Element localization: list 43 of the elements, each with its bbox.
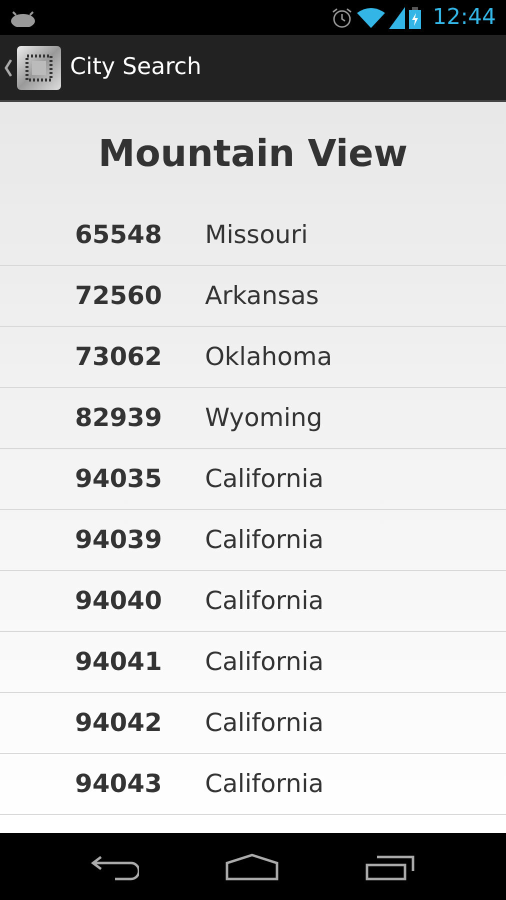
zip-code: 94040 bbox=[74, 585, 163, 618]
clock-time: 12:44 bbox=[432, 4, 496, 32]
state-name: Missouri bbox=[205, 219, 308, 252]
result-row[interactable]: 82939 Wyoming bbox=[0, 388, 506, 449]
result-row[interactable]: 94035 California bbox=[0, 449, 506, 510]
city-heading: Mountain View bbox=[98, 130, 408, 177]
result-row[interactable]: 94041 California bbox=[0, 632, 506, 693]
state-name: California bbox=[205, 463, 324, 496]
android-icon bbox=[10, 8, 36, 26]
wifi-icon bbox=[356, 6, 385, 28]
result-row[interactable]: 94040 California bbox=[0, 571, 506, 632]
app-icon bbox=[16, 44, 62, 90]
state-name: Oklahoma bbox=[205, 341, 332, 374]
battery-icon bbox=[408, 6, 421, 28]
zip-code: 72560 bbox=[74, 280, 163, 312]
home-icon bbox=[225, 852, 279, 880]
zip-code: 94043 bbox=[74, 768, 163, 800]
home-button[interactable] bbox=[225, 852, 279, 880]
state-name: California bbox=[205, 524, 324, 556]
result-row[interactable]: 72560 Arkansas bbox=[0, 266, 506, 327]
result-row[interactable]: 94042 California bbox=[0, 693, 506, 754]
state-name: California bbox=[205, 768, 324, 800]
result-row[interactable]: 94043 California bbox=[0, 754, 506, 815]
zip-code: 94035 bbox=[74, 463, 163, 496]
zip-code: 82939 bbox=[74, 402, 163, 434]
state-name: California bbox=[205, 646, 324, 678]
state-name: Wyoming bbox=[205, 402, 322, 434]
zip-code: 94041 bbox=[74, 646, 163, 678]
state-name: Arkansas bbox=[205, 280, 319, 312]
result-row[interactable]: 94039 California bbox=[0, 510, 506, 571]
screen-title: City Search bbox=[70, 53, 202, 82]
back-caret-icon bbox=[4, 58, 12, 78]
result-row[interactable]: 73062 Oklahoma bbox=[0, 327, 506, 388]
zip-code: 94039 bbox=[74, 524, 163, 556]
state-name: California bbox=[205, 585, 324, 618]
signal-icon bbox=[388, 6, 405, 28]
state-name: California bbox=[205, 707, 324, 740]
zip-code: 73062 bbox=[74, 341, 163, 374]
up-button[interactable] bbox=[4, 44, 62, 90]
result-row[interactable]: 65548 Missouri bbox=[0, 205, 506, 266]
zip-code: 94042 bbox=[74, 707, 163, 740]
alarm-icon bbox=[330, 6, 353, 28]
zip-code: 65548 bbox=[74, 219, 163, 252]
